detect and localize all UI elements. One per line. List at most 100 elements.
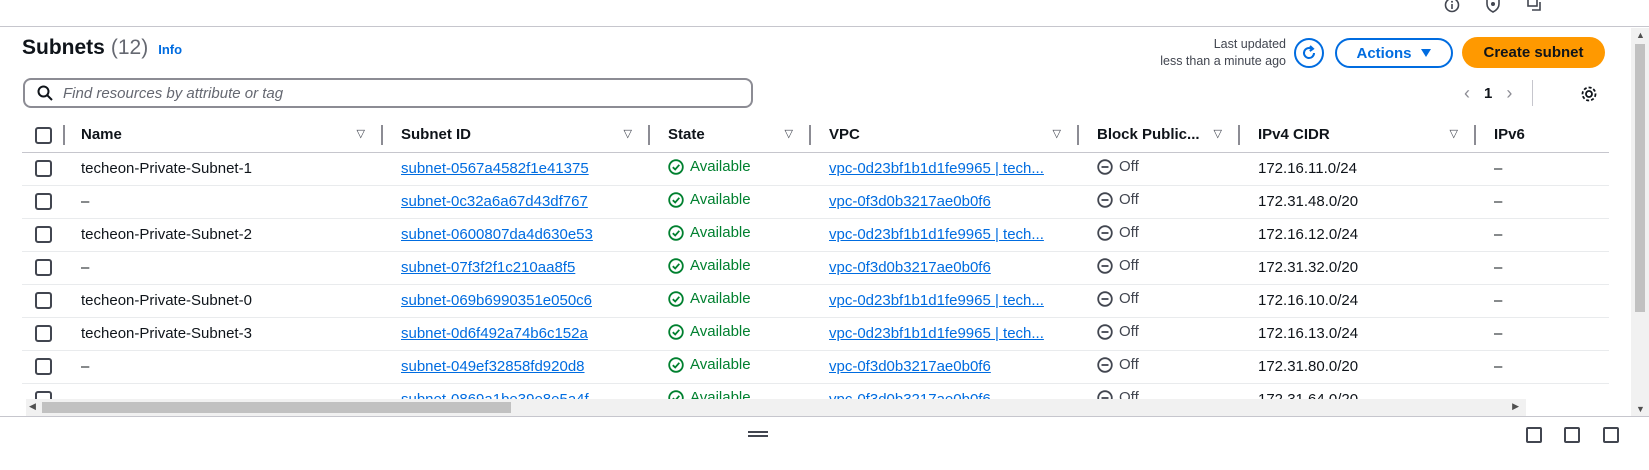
search-bar[interactable] bbox=[23, 78, 753, 108]
sort-icon: ▽ bbox=[1213, 128, 1222, 140]
scroll-down-icon[interactable]: ▼ bbox=[1636, 404, 1645, 414]
table-row[interactable]: techeon-Private-Subnet-1 subnet-0567a4582… bbox=[22, 152, 1609, 186]
notification-icon[interactable] bbox=[1484, 0, 1502, 14]
cell-name: techeon-Private-Subnet-3 bbox=[65, 317, 385, 351]
status-available: Available bbox=[668, 224, 751, 241]
panel-hide-icon[interactable] bbox=[1603, 427, 1619, 443]
subnet-id-link[interactable]: subnet-0d6f492a74b6c152a bbox=[401, 325, 588, 342]
cell-subnet-id: subnet-069b6990351e050c6 bbox=[385, 284, 652, 318]
panel-side-icon[interactable] bbox=[1564, 427, 1580, 443]
page-number[interactable]: 1 bbox=[1484, 85, 1492, 102]
row-select-cell bbox=[22, 284, 65, 318]
status-off: Off bbox=[1097, 158, 1139, 175]
vertical-scrollbar[interactable]: ▲ ▼ bbox=[1631, 28, 1649, 416]
status-available-icon bbox=[668, 258, 684, 274]
split-panel-bar bbox=[0, 416, 1649, 470]
scroll-right-icon[interactable]: ▶ bbox=[1512, 401, 1519, 412]
horizontal-scroll-thumb[interactable] bbox=[42, 402, 511, 413]
block-status-text: Off bbox=[1119, 191, 1139, 209]
status-text: Available bbox=[690, 158, 751, 176]
sort-icon: ▽ bbox=[1449, 128, 1458, 140]
status-off-icon bbox=[1097, 357, 1113, 373]
block-status-text: Off bbox=[1119, 158, 1139, 176]
table-row[interactable]: – subnet-07f3f2f1c210aa8f5 Available vpc-0f… bbox=[22, 251, 1609, 285]
scroll-up-icon[interactable]: ▲ bbox=[1636, 30, 1645, 40]
cell-ipv4-cidr: 172.16.12.0/24 bbox=[1242, 218, 1478, 252]
chevron-right-icon[interactable]: › bbox=[1506, 83, 1512, 104]
horizontal-scrollbar[interactable]: ◀ ▶ bbox=[26, 399, 1526, 416]
status-off: Off bbox=[1097, 224, 1139, 241]
cell-ipv4-cidr: 172.16.11.0/24 bbox=[1242, 152, 1478, 186]
cell-block-public: Off bbox=[1081, 350, 1242, 384]
select-all-checkbox[interactable] bbox=[35, 126, 52, 144]
info-icon[interactable] bbox=[1443, 0, 1461, 14]
cell-block-public: Off bbox=[1081, 317, 1242, 351]
vertical-scroll-thumb[interactable] bbox=[1635, 44, 1645, 312]
column-label: IPv4 CIDR bbox=[1258, 126, 1330, 144]
cell-ipv6: – bbox=[1478, 218, 1609, 252]
vpc-link[interactable]: vpc-0d23bf1b1d1fe9965 | tech... bbox=[829, 292, 1044, 309]
column-header-subnet-id[interactable]: Subnet ID ▽ bbox=[385, 118, 652, 153]
row-checkbox[interactable] bbox=[35, 259, 52, 277]
subnet-id-link[interactable]: subnet-07f3f2f1c210aa8f5 bbox=[401, 259, 575, 276]
subnet-id-link[interactable]: subnet-0c32a6a67d43df767 bbox=[401, 193, 588, 210]
cell-ipv4-cidr: 172.31.32.0/20 bbox=[1242, 251, 1478, 285]
last-updated: Last updated less than a minute ago bbox=[1160, 36, 1286, 70]
caret-down-icon bbox=[1420, 49, 1431, 57]
table-row[interactable]: techeon-Private-Subnet-0 subnet-069b69903… bbox=[22, 284, 1609, 318]
pager-divider bbox=[1532, 80, 1534, 106]
table-row[interactable]: – subnet-049ef32858fd920d8 Available vpc-0f… bbox=[22, 350, 1609, 384]
external-icon[interactable] bbox=[1525, 0, 1543, 14]
vpc-link[interactable]: vpc-0f3d0b3217ae0b0f6 bbox=[829, 259, 991, 276]
status-available-icon bbox=[668, 159, 684, 175]
sort-icon: ▽ bbox=[356, 128, 365, 140]
row-checkbox[interactable] bbox=[35, 292, 52, 310]
column-header-ipv4-cidr[interactable]: IPv4 CIDR ▽ bbox=[1242, 118, 1478, 153]
column-header-state[interactable]: State ▽ bbox=[652, 118, 813, 153]
subnet-id-link[interactable]: subnet-0600807da4d630e53 bbox=[401, 226, 593, 243]
cell-name: – bbox=[65, 185, 385, 219]
refresh-button[interactable] bbox=[1294, 38, 1324, 68]
scroll-left-icon[interactable]: ◀ bbox=[29, 401, 36, 412]
create-subnet-button[interactable]: Create subnet bbox=[1462, 37, 1605, 68]
status-text: Available bbox=[690, 257, 751, 275]
vpc-link[interactable]: vpc-0d23bf1b1d1fe9965 | tech... bbox=[829, 226, 1044, 243]
subnet-id-link[interactable]: subnet-0567a4582f1e41375 bbox=[401, 160, 589, 177]
table-row[interactable]: techeon-Private-Subnet-2 subnet-0600807da… bbox=[22, 218, 1609, 252]
panel-bottom-icon[interactable] bbox=[1526, 427, 1542, 443]
column-header-name[interactable]: Name ▽ bbox=[65, 118, 385, 153]
status-off: Off bbox=[1097, 356, 1139, 373]
search-icon bbox=[37, 85, 53, 101]
column-header-ipv6[interactable]: IPv6 bbox=[1478, 118, 1609, 153]
status-available-icon bbox=[668, 192, 684, 208]
settings-icon[interactable] bbox=[1578, 83, 1600, 105]
subnet-id-link[interactable]: subnet-069b6990351e050c6 bbox=[401, 292, 592, 309]
block-status-text: Off bbox=[1119, 323, 1139, 341]
column-header-block-public[interactable]: Block Public... ▽ bbox=[1081, 118, 1242, 153]
vpc-link[interactable]: vpc-0f3d0b3217ae0b0f6 bbox=[829, 358, 991, 375]
status-off: Off bbox=[1097, 257, 1139, 274]
chevron-left-icon[interactable]: ‹ bbox=[1464, 83, 1470, 104]
last-updated-label: Last updated bbox=[1213, 37, 1286, 51]
row-checkbox[interactable] bbox=[35, 193, 52, 211]
vpc-link[interactable]: vpc-0d23bf1b1d1fe9965 | tech... bbox=[829, 160, 1044, 177]
row-checkbox[interactable] bbox=[35, 160, 52, 178]
resize-handle-icon[interactable] bbox=[748, 431, 768, 437]
cell-vpc: vpc-0d23bf1b1d1fe9965 | tech... bbox=[813, 152, 1081, 186]
info-link[interactable]: Info bbox=[158, 42, 182, 57]
subnet-id-link[interactable]: subnet-049ef32858fd920d8 bbox=[401, 358, 585, 375]
cell-name: – bbox=[65, 251, 385, 285]
row-checkbox[interactable] bbox=[35, 325, 52, 343]
refresh-icon bbox=[1303, 45, 1316, 59]
row-select-cell bbox=[22, 152, 65, 186]
row-checkbox[interactable] bbox=[35, 226, 52, 244]
table-row[interactable]: techeon-Private-Subnet-3 subnet-0d6f492a7… bbox=[22, 317, 1609, 351]
actions-dropdown[interactable]: Actions bbox=[1335, 38, 1453, 68]
vpc-link[interactable]: vpc-0d23bf1b1d1fe9965 | tech... bbox=[829, 325, 1044, 342]
search-input[interactable] bbox=[63, 84, 703, 102]
vpc-link[interactable]: vpc-0f3d0b3217ae0b0f6 bbox=[829, 193, 991, 210]
table-row[interactable]: – subnet-0c32a6a67d43df767 Available vpc-0f… bbox=[22, 185, 1609, 219]
column-header-vpc[interactable]: VPC ▽ bbox=[813, 118, 1081, 153]
row-checkbox[interactable] bbox=[35, 358, 52, 376]
cell-subnet-id: subnet-0600807da4d630e53 bbox=[385, 218, 652, 252]
